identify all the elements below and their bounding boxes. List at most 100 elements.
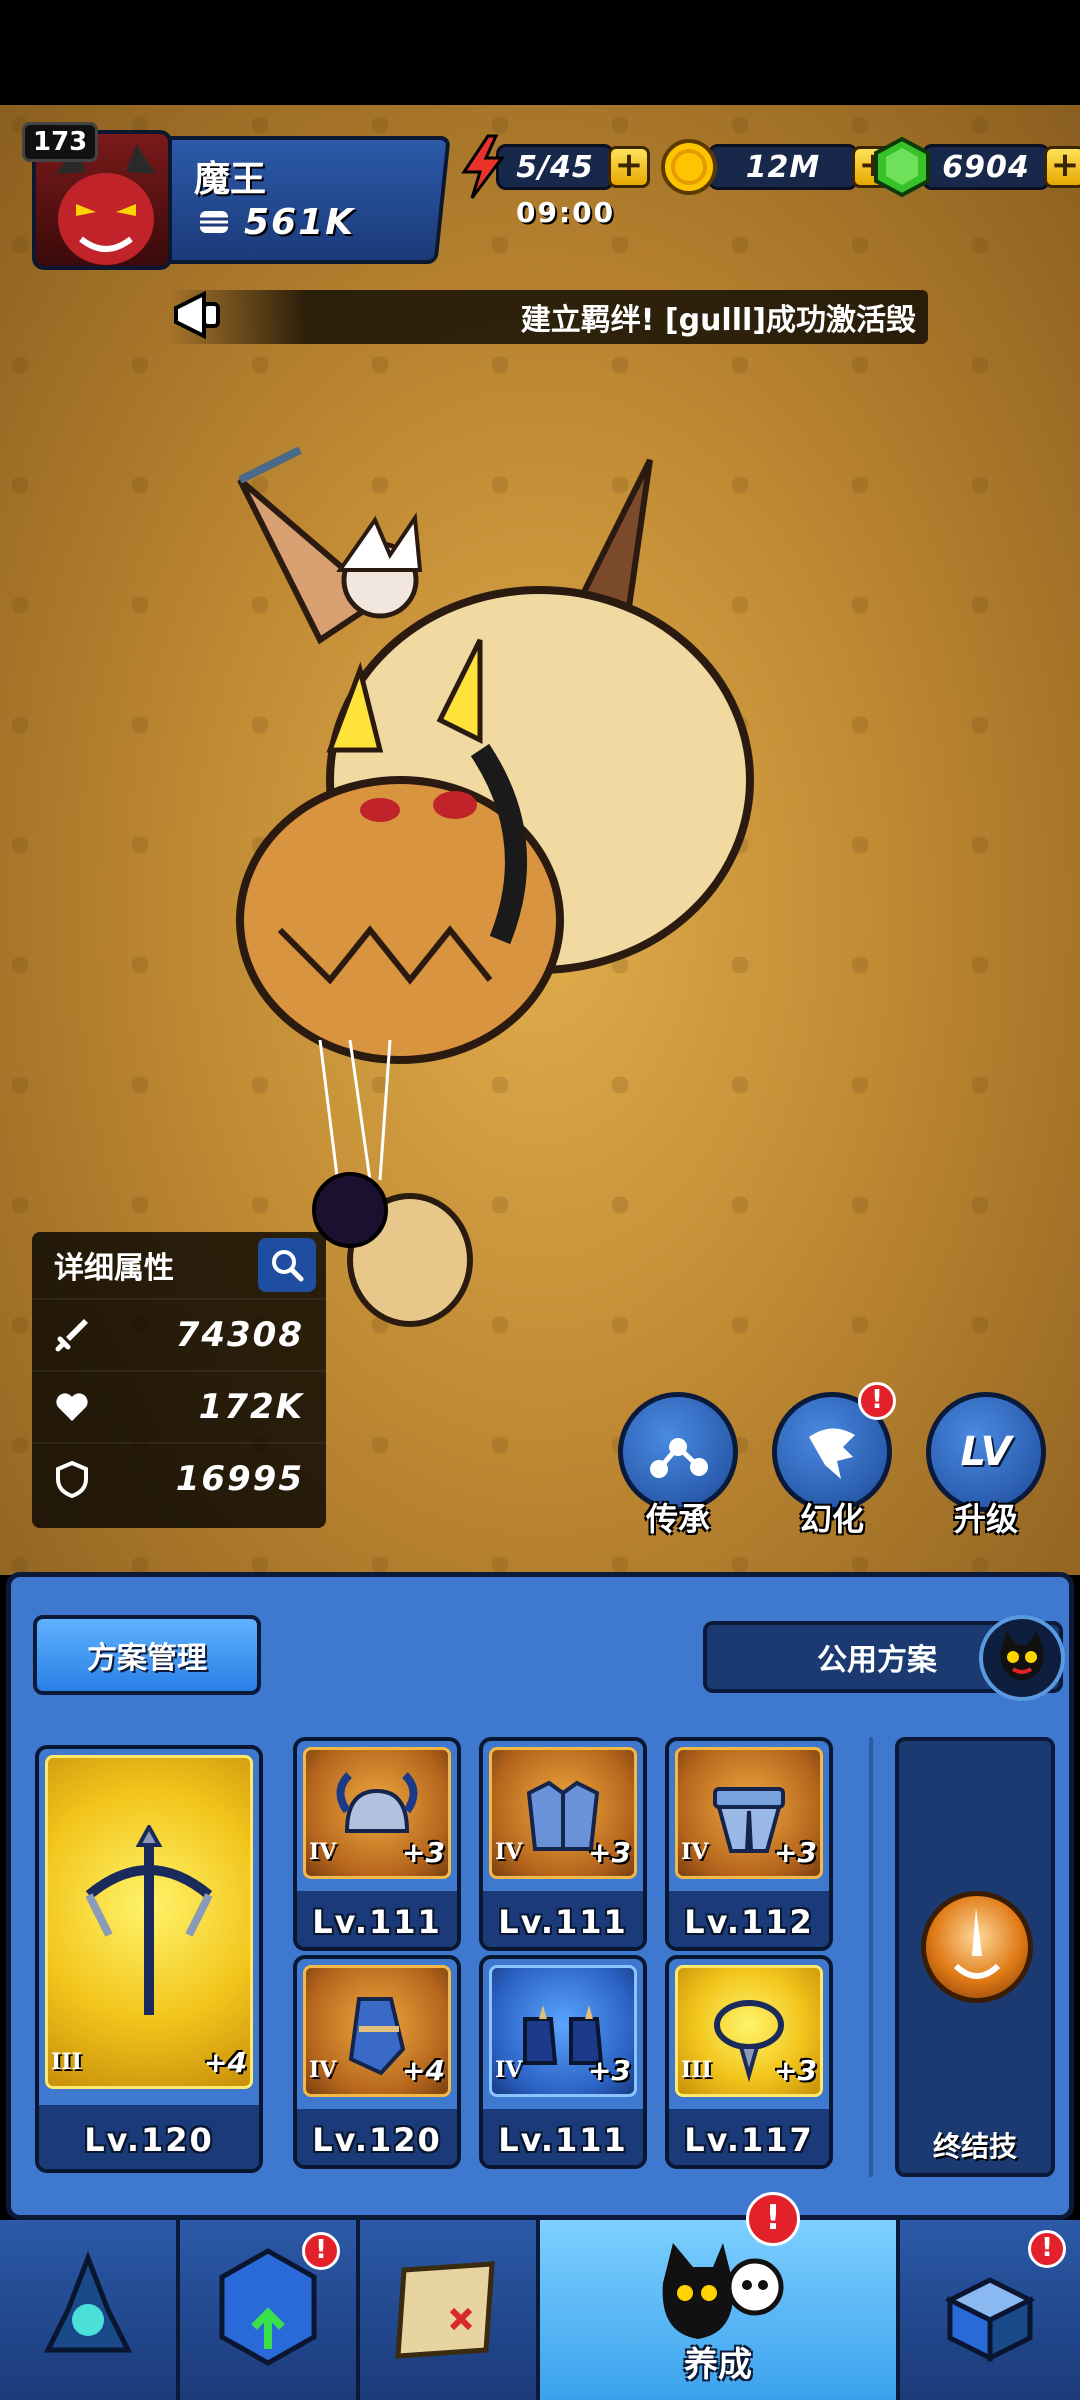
ultimate-skill-icon: [921, 1891, 1033, 2003]
main-weapon-frame: III +4 Lv.120: [35, 1745, 263, 2173]
attack-value: 74308: [175, 1315, 304, 1355]
transform-label: 幻化: [799, 1500, 864, 1538]
gauntlet-slot[interactable]: IV +4 Lv.120: [293, 1955, 461, 2169]
treasure-map-icon: [395, 2261, 495, 2359]
gauntlet-plus: +4: [402, 2054, 445, 2087]
nav-battle-tab[interactable]: [0, 2220, 180, 2400]
green-gem-icon: [874, 136, 930, 198]
helmet-plus: +3: [402, 1836, 445, 1869]
power-row: 561K: [194, 202, 355, 243]
level-up-button[interactable]: LV 升级: [924, 1392, 1048, 1540]
necklace-plus: +3: [774, 2054, 817, 2087]
player-level-badge: 173: [22, 122, 99, 162]
hp-row: 172K: [32, 1370, 326, 1442]
chest-armor-plus: +3: [588, 1836, 631, 1869]
leg-armor-frame: IV +3 Lv.112: [665, 1737, 833, 1951]
main-weapon-tier: III: [51, 2049, 82, 2075]
gem-resource: 6904 +: [872, 136, 1080, 198]
inherit-button[interactable]: 传承: [616, 1392, 740, 1540]
nav-cards-tab[interactable]: !: [180, 2220, 360, 2400]
helmet-frame: IV +3 Lv.111: [293, 1737, 461, 1951]
player-name: 魔王: [194, 159, 267, 200]
gauntlet-tier: IV: [309, 2057, 337, 2083]
leg-armor-tier: IV: [681, 1839, 709, 1865]
fist-icon: [200, 210, 228, 233]
necklace-level: Lv.117: [684, 2121, 814, 2159]
main-weapon-slot[interactable]: III +4 Lv.120: [35, 1745, 263, 2173]
stats-search-button[interactable]: [258, 1238, 316, 1292]
nav-map-tab[interactable]: [360, 2220, 540, 2400]
crystal-spire-icon: [43, 2251, 133, 2353]
gold-value: 12M: [708, 144, 858, 190]
public-plan-button[interactable]: 公用方案: [703, 1615, 1065, 1701]
energy-resource: 5/45 +: [458, 134, 650, 199]
transform-icon: [809, 1428, 855, 1479]
gem-value: 6904: [922, 144, 1050, 190]
boots-tier: IV: [495, 2057, 523, 2083]
helmet-slot[interactable]: IV +3 Lv.111: [293, 1737, 461, 1951]
leg-armor-plus: +3: [774, 1836, 817, 1869]
main-weapon-level: Lv.120: [84, 2121, 214, 2159]
add-gems-button[interactable]: +: [1044, 146, 1080, 188]
transform-button[interactable]: 幻化 !: [770, 1382, 896, 1540]
stats-title: 详细属性: [54, 1251, 174, 1286]
add-energy-button[interactable]: +: [608, 146, 650, 188]
nav-develop-tab[interactable]: ! 养成: [540, 2192, 900, 2400]
status-bar: [0, 0, 1080, 105]
leg-armor-slot[interactable]: IV +3 Lv.112: [665, 1737, 833, 1951]
level-up-icon: LV: [960, 1429, 1012, 1475]
nav-shop-alert-badge: !: [1028, 2230, 1066, 2268]
search-icon: [272, 1250, 304, 1282]
public-plan-label: 公用方案: [817, 1643, 937, 1678]
broadcast-banner[interactable]: 建立羁绊! [gulll]成功激活毁: [168, 290, 928, 344]
plan-management-button[interactable]: 方案管理: [33, 1615, 261, 1695]
player-panel[interactable]: 173 魔王 561K: [22, 122, 451, 270]
gold-resource: 12M +: [660, 139, 894, 195]
nav-develop-alert-badge: !: [746, 2192, 800, 2246]
player-power: 561K: [244, 202, 356, 243]
boots-level: Lv.111: [498, 2121, 628, 2159]
gold-coin-icon: [661, 139, 717, 195]
gauntlet-frame: IV +4 Lv.120: [293, 1955, 461, 2169]
level-up-label: 升级: [953, 1500, 1018, 1538]
defense-row: 16995: [32, 1442, 326, 1514]
chest-armor-slot[interactable]: IV +3 Lv.111: [479, 1737, 647, 1951]
sword-icon: [55, 1319, 88, 1352]
boots-plus: +3: [588, 2054, 631, 2087]
black-cat-icon: [1000, 1631, 1044, 1681]
bottom-nav: ! ! 养成 !: [0, 2192, 1080, 2400]
broadcast-text: 建立羁绊! [gulll]成功激活毁: [520, 303, 916, 338]
stats-header: 详细属性: [32, 1232, 326, 1298]
megaphone-icon: [174, 290, 220, 340]
sword-burst-icon: [953, 1908, 1001, 1979]
chest-armor-frame: IV +3 Lv.111: [479, 1737, 647, 1951]
ultimate-skill-slot[interactable]: 终结技: [895, 1737, 1055, 2177]
ultimate-skill-label: 终结技: [932, 2130, 1017, 2163]
leg-armor-level: Lv.112: [684, 1903, 814, 1941]
necklace-slot[interactable]: III +3 Lv.117: [665, 1955, 833, 2169]
necklace-tier: III: [681, 2057, 712, 2083]
boots-slot[interactable]: IV +3 Lv.111: [479, 1955, 647, 2169]
pet-avatar-icon: [979, 1615, 1065, 1701]
lightning-icon: [461, 134, 505, 199]
nav-shop-tab[interactable]: !: [900, 2220, 1080, 2400]
nav-cards-alert-badge: !: [302, 2232, 340, 2270]
crossbow-icon: [85, 1825, 213, 2016]
transform-alert-badge: !: [858, 1382, 896, 1420]
shield-icon: [56, 1460, 88, 1499]
inherit-label: 传承: [645, 1500, 710, 1538]
heart-icon: [56, 1393, 88, 1421]
gauntlet-level: Lv.120: [312, 2121, 442, 2159]
boots-frame: IV +3 Lv.111: [479, 1955, 647, 2169]
energy-value: 5/45: [496, 144, 614, 190]
attack-row: 74308: [32, 1298, 326, 1370]
energy-timer: 09:00: [516, 196, 616, 229]
chest-armor-level: Lv.111: [498, 1903, 628, 1941]
hp-value: 172K: [198, 1387, 304, 1427]
chest-armor-tier: IV: [495, 1839, 523, 1865]
nav-develop-label: 养成: [684, 2345, 752, 2385]
panel-divider: [869, 1737, 873, 2177]
defense-value: 16995: [175, 1459, 304, 1499]
helmet-level: Lv.111: [312, 1903, 442, 1941]
main-weapon-plus: +4: [204, 2046, 247, 2079]
